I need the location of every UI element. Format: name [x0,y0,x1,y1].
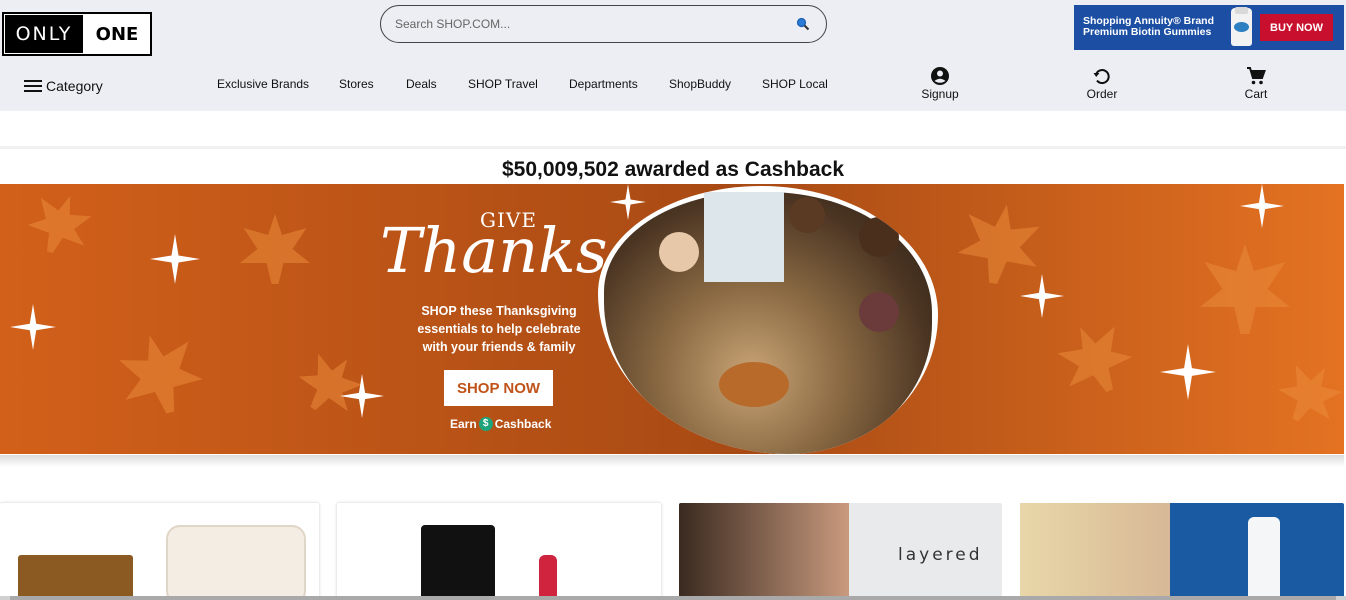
lipstick-image [539,555,557,600]
photo-turkey [719,362,789,407]
nav-link-shop-local[interactable]: SHOP Local [762,77,828,91]
earn-cashback-note: Earn $ Cashback [450,417,551,431]
biotin-gummies-ad[interactable]: Shopping Annuity® Brand Premium Biotin G… [1074,5,1344,50]
cart-label: Cart [1244,87,1268,101]
order-button[interactable]: Order [1072,66,1132,101]
search-bar [380,5,827,43]
spray-bottle-image [1248,517,1280,600]
order-label: Order [1086,87,1118,101]
logo-part-only: ONLY [5,15,83,53]
ad-line-2: Premium Biotin Gummies [1083,26,1212,38]
dollar-coin-icon: $ [478,417,493,431]
top-header: ONLY ONE Shopping Annuity® Brand Premium… [0,0,1346,111]
model-portrait-image [679,503,849,600]
banner-blurb: SHOP these Thanksgiving essentials to he… [417,304,581,354]
shop-now-button[interactable]: SHOP NOW [444,370,553,406]
nav-link-shopbuddy[interactable]: ShopBuddy [669,77,731,91]
nav-link-deals[interactable]: Deals [406,77,437,91]
product-card-layered[interactable]: layered [679,503,1002,600]
product-card-gourmet-gifts[interactable] [0,503,319,600]
banner-shadow [0,455,1344,467]
gummies-bottle-image [1231,7,1252,46]
earn-prefix: Earn [450,417,477,431]
compact-case-image [421,525,495,600]
category-label: Category [46,78,103,94]
nav-link-departments[interactable]: Departments [569,77,638,91]
history-icon [1093,69,1110,85]
nav-link-exclusive-brands[interactable]: Exclusive Brands [217,77,309,91]
scrollbar-thumb[interactable] [10,596,1336,600]
site-logo[interactable]: ONLY ONE [2,12,152,56]
photo-person [789,197,825,233]
signup-label: Signup [921,87,959,101]
buy-now-button[interactable]: BUY NOW [1260,14,1333,41]
gift-basket-image [18,555,133,600]
layered-brand-text: layered [898,545,983,565]
horizontal-scrollbar[interactable] [0,596,1346,600]
photo-person [859,292,899,332]
cashback-total-heading: $50,009,502 awarded as Cashback [501,158,845,181]
signup-button[interactable]: Signup [910,66,970,101]
category-menu-button[interactable]: Category [24,78,103,94]
thanksgiving-banner[interactable]: GIVE Thanks SHOP these Thanksgiving esse… [0,184,1344,454]
nav-link-stores[interactable]: Stores [339,77,374,91]
earn-suffix: Cashback [494,417,552,431]
woman-portrait-image [1020,503,1170,600]
product-card-cosmetics[interactable] [337,503,661,600]
search-icon[interactable] [796,17,810,31]
banner-thanks-text: Thanks [380,214,608,287]
photo-person [859,217,899,257]
account-circle-icon [931,67,949,85]
ad-text: Shopping Annuity® Brand Premium Biotin G… [1083,16,1214,38]
hamburger-icon [24,80,42,92]
search-input[interactable] [395,14,785,34]
section-divider [0,146,1346,149]
photo-person [659,232,699,272]
logo-part-one: ONE [95,23,139,45]
cart-button[interactable]: Cart [1226,66,1286,101]
brush-kit-image [166,525,306,600]
product-card-health[interactable] [1020,503,1344,600]
nav-link-shop-travel[interactable]: SHOP Travel [468,77,538,91]
photo-window [704,192,784,282]
cart-icon [1247,67,1266,85]
